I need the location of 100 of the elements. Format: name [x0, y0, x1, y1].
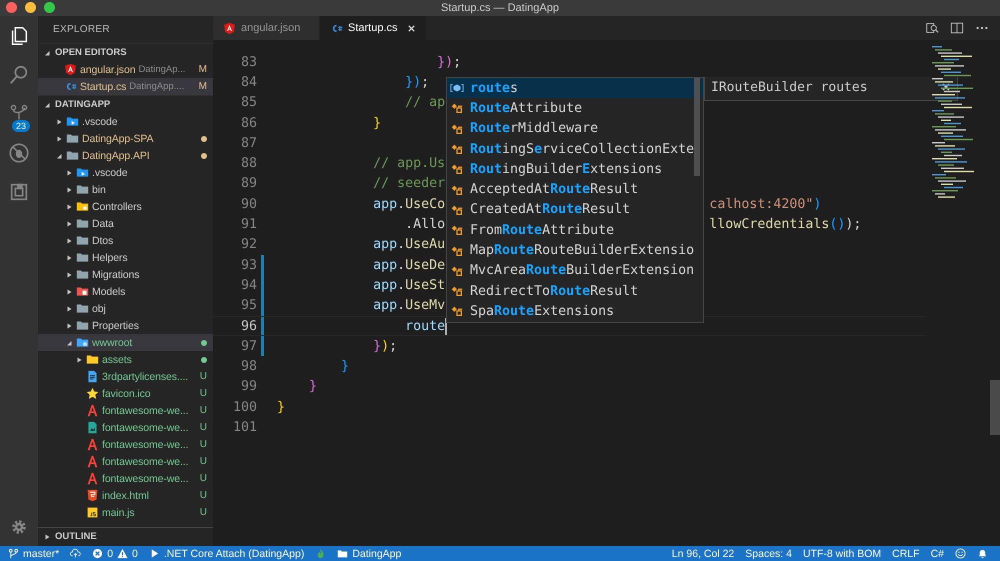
sync-icon[interactable] — [70, 548, 82, 559]
open-editor-item[interactable]: angular.json DatingAp... M — [38, 61, 213, 78]
folder-icon — [66, 132, 79, 145]
expand-caret-icon[interactable] — [55, 118, 63, 126]
line-number: 88 — [240, 156, 257, 172]
tree-item[interactable]: .vscode — [38, 113, 213, 130]
minimize-window-button[interactable] — [25, 2, 36, 13]
activity-item[interactable]: 23 — [0, 94, 38, 133]
indentation-status[interactable]: Spaces: 4 — [745, 548, 792, 560]
editor-tab[interactable]: angular.json — [213, 16, 320, 40]
tree-item[interactable]: DatingApp-SPA — [38, 130, 213, 147]
collapse-caret-icon — [43, 100, 51, 108]
close-window-button[interactable] — [6, 2, 17, 13]
problems-status[interactable]: 0 0 — [92, 548, 138, 560]
suggestion-item[interactable]: RoutingBuilderExtensions — [447, 159, 703, 180]
tree-item[interactable]: index.html U — [38, 487, 213, 504]
tree-item[interactable]: wwwroot — [38, 334, 213, 351]
image-file-icon — [86, 421, 99, 434]
tree-item[interactable]: favicon.ico U — [38, 385, 213, 402]
tree-item[interactable]: 3rdpartylicenses.... U — [38, 368, 213, 385]
tree-item[interactable]: fontawesome-we... U — [38, 419, 213, 436]
line-ending-status[interactable]: CRLF — [892, 548, 920, 560]
line-number: 90 — [240, 196, 257, 212]
expand-caret-icon[interactable] — [65, 322, 73, 330]
encoding-status[interactable]: UTF-8 with BOM — [802, 548, 882, 560]
expand-caret-icon[interactable] — [65, 304, 73, 312]
section-header[interactable]: DATINGAPP — [38, 95, 213, 113]
debug-status[interactable]: .NET Core Attach (DatingApp) — [148, 548, 304, 560]
folder-status[interactable]: DatingApp — [337, 548, 402, 560]
scrollbar-thumb[interactable] — [694, 78, 700, 176]
tree-item[interactable]: Properties — [38, 317, 213, 334]
tree-item[interactable]: DatingApp.API — [38, 147, 213, 164]
code-line: }); — [404, 74, 430, 90]
file-name: obj — [92, 302, 106, 314]
tree-item[interactable]: .vscode — [38, 164, 213, 181]
file-name: fontawesome-we... — [102, 438, 188, 450]
tree-item[interactable]: Dtos — [38, 232, 213, 249]
suggestion-item[interactable]: RoutingServiceCollectionExte — [447, 138, 703, 160]
tree-item[interactable]: fontawesome-we... U — [38, 453, 213, 470]
collapse-caret-icon[interactable] — [55, 152, 63, 160]
close-icon[interactable] — [406, 24, 416, 32]
tree-item[interactable]: obj — [38, 300, 213, 317]
code-fragment: calhost:4200") — [709, 196, 822, 212]
cursor-position[interactable]: Ln 96, Col 22 — [672, 548, 734, 560]
tree-item[interactable]: fontawesome-we... U — [38, 402, 213, 419]
suggestion-item[interactable]: RouterMiddleware — [447, 118, 703, 139]
expand-caret-icon[interactable] — [65, 202, 73, 210]
tree-item[interactable]: fontawesome-we... U — [38, 436, 213, 453]
expand-caret-icon[interactable] — [65, 288, 73, 296]
suggestion-item[interactable]: RedirectToRouteResult — [447, 280, 703, 302]
section-header[interactable]: OPEN EDITORS — [38, 43, 213, 61]
expand-caret-icon[interactable] — [65, 236, 73, 244]
suggestion-item[interactable]: AcceptedAtRouteResult — [447, 179, 703, 200]
tree-item[interactable]: main.js U — [38, 504, 213, 521]
tree-item[interactable]: Controllers — [38, 198, 213, 215]
expand-caret-icon[interactable] — [65, 168, 73, 176]
tree-item[interactable]: bin — [38, 181, 213, 198]
expand-caret-icon[interactable] — [65, 186, 73, 194]
tree-item[interactable]: fontawesome-we... U — [38, 470, 213, 487]
bell-icon[interactable] — [977, 548, 988, 559]
suggestion-item[interactable]: MapRouteRouteBuilderExtensio — [447, 240, 703, 261]
tree-item[interactable]: assets — [38, 351, 213, 368]
expand-caret-icon[interactable] — [65, 270, 73, 278]
code-line: } — [340, 359, 350, 374]
file-name: 3rdpartylicenses.... — [102, 370, 188, 382]
collapse-caret-icon[interactable] — [65, 338, 73, 346]
suggestion-item[interactable]: MvcAreaRouteBuilderExtension — [447, 260, 703, 281]
suggestion-item[interactable]: RouteAttribute — [447, 98, 703, 119]
suggestion-item[interactable]: SpaRouteExtensions — [447, 301, 703, 322]
branch-status[interactable]: master* — [8, 548, 60, 560]
open-editor-item[interactable]: Startup.cs DatingApp.... M — [38, 78, 213, 95]
file-name: Properties — [92, 320, 139, 332]
smiley-icon[interactable] — [955, 548, 966, 559]
code-line: }); — [372, 338, 398, 354]
suggestion-item[interactable]: CreatedAtRouteResult — [447, 200, 703, 220]
editor-tab[interactable]: Startup.cs — [320, 16, 427, 40]
file-name: Startup.cs — [80, 80, 126, 92]
suggestion-item[interactable]: routes — [447, 78, 703, 98]
tree-item[interactable]: Migrations — [38, 266, 213, 283]
git-status-letter: U — [200, 422, 207, 433]
language-mode[interactable]: C# — [930, 548, 944, 560]
sidebar-title: EXPLORER — [53, 24, 110, 35]
expand-caret-icon[interactable] — [75, 356, 83, 364]
file-name: .vscode — [82, 116, 118, 128]
settings-icon[interactable] — [10, 518, 28, 536]
section-header[interactable]: OUTLINE — [38, 527, 213, 545]
maximize-window-button[interactable] — [44, 2, 55, 13]
tree-item[interactable]: Data — [38, 215, 213, 232]
open-changes-icon[interactable] — [925, 21, 939, 35]
tree-item[interactable]: Helpers — [38, 249, 213, 266]
close-icon[interactable] — [941, 82, 951, 92]
suggestion-item[interactable]: FromRouteAttribute — [447, 220, 703, 240]
scrollbar-thumb[interactable] — [990, 380, 1000, 435]
folder-icon — [76, 200, 89, 213]
expand-caret-icon[interactable] — [55, 134, 63, 142]
tree-item[interactable]: Models — [38, 283, 213, 300]
line-number: 87 — [240, 136, 257, 151]
expand-caret-icon[interactable] — [65, 254, 73, 262]
expand-caret-icon[interactable] — [65, 220, 73, 228]
split-editor-icon[interactable] — [950, 21, 964, 35]
